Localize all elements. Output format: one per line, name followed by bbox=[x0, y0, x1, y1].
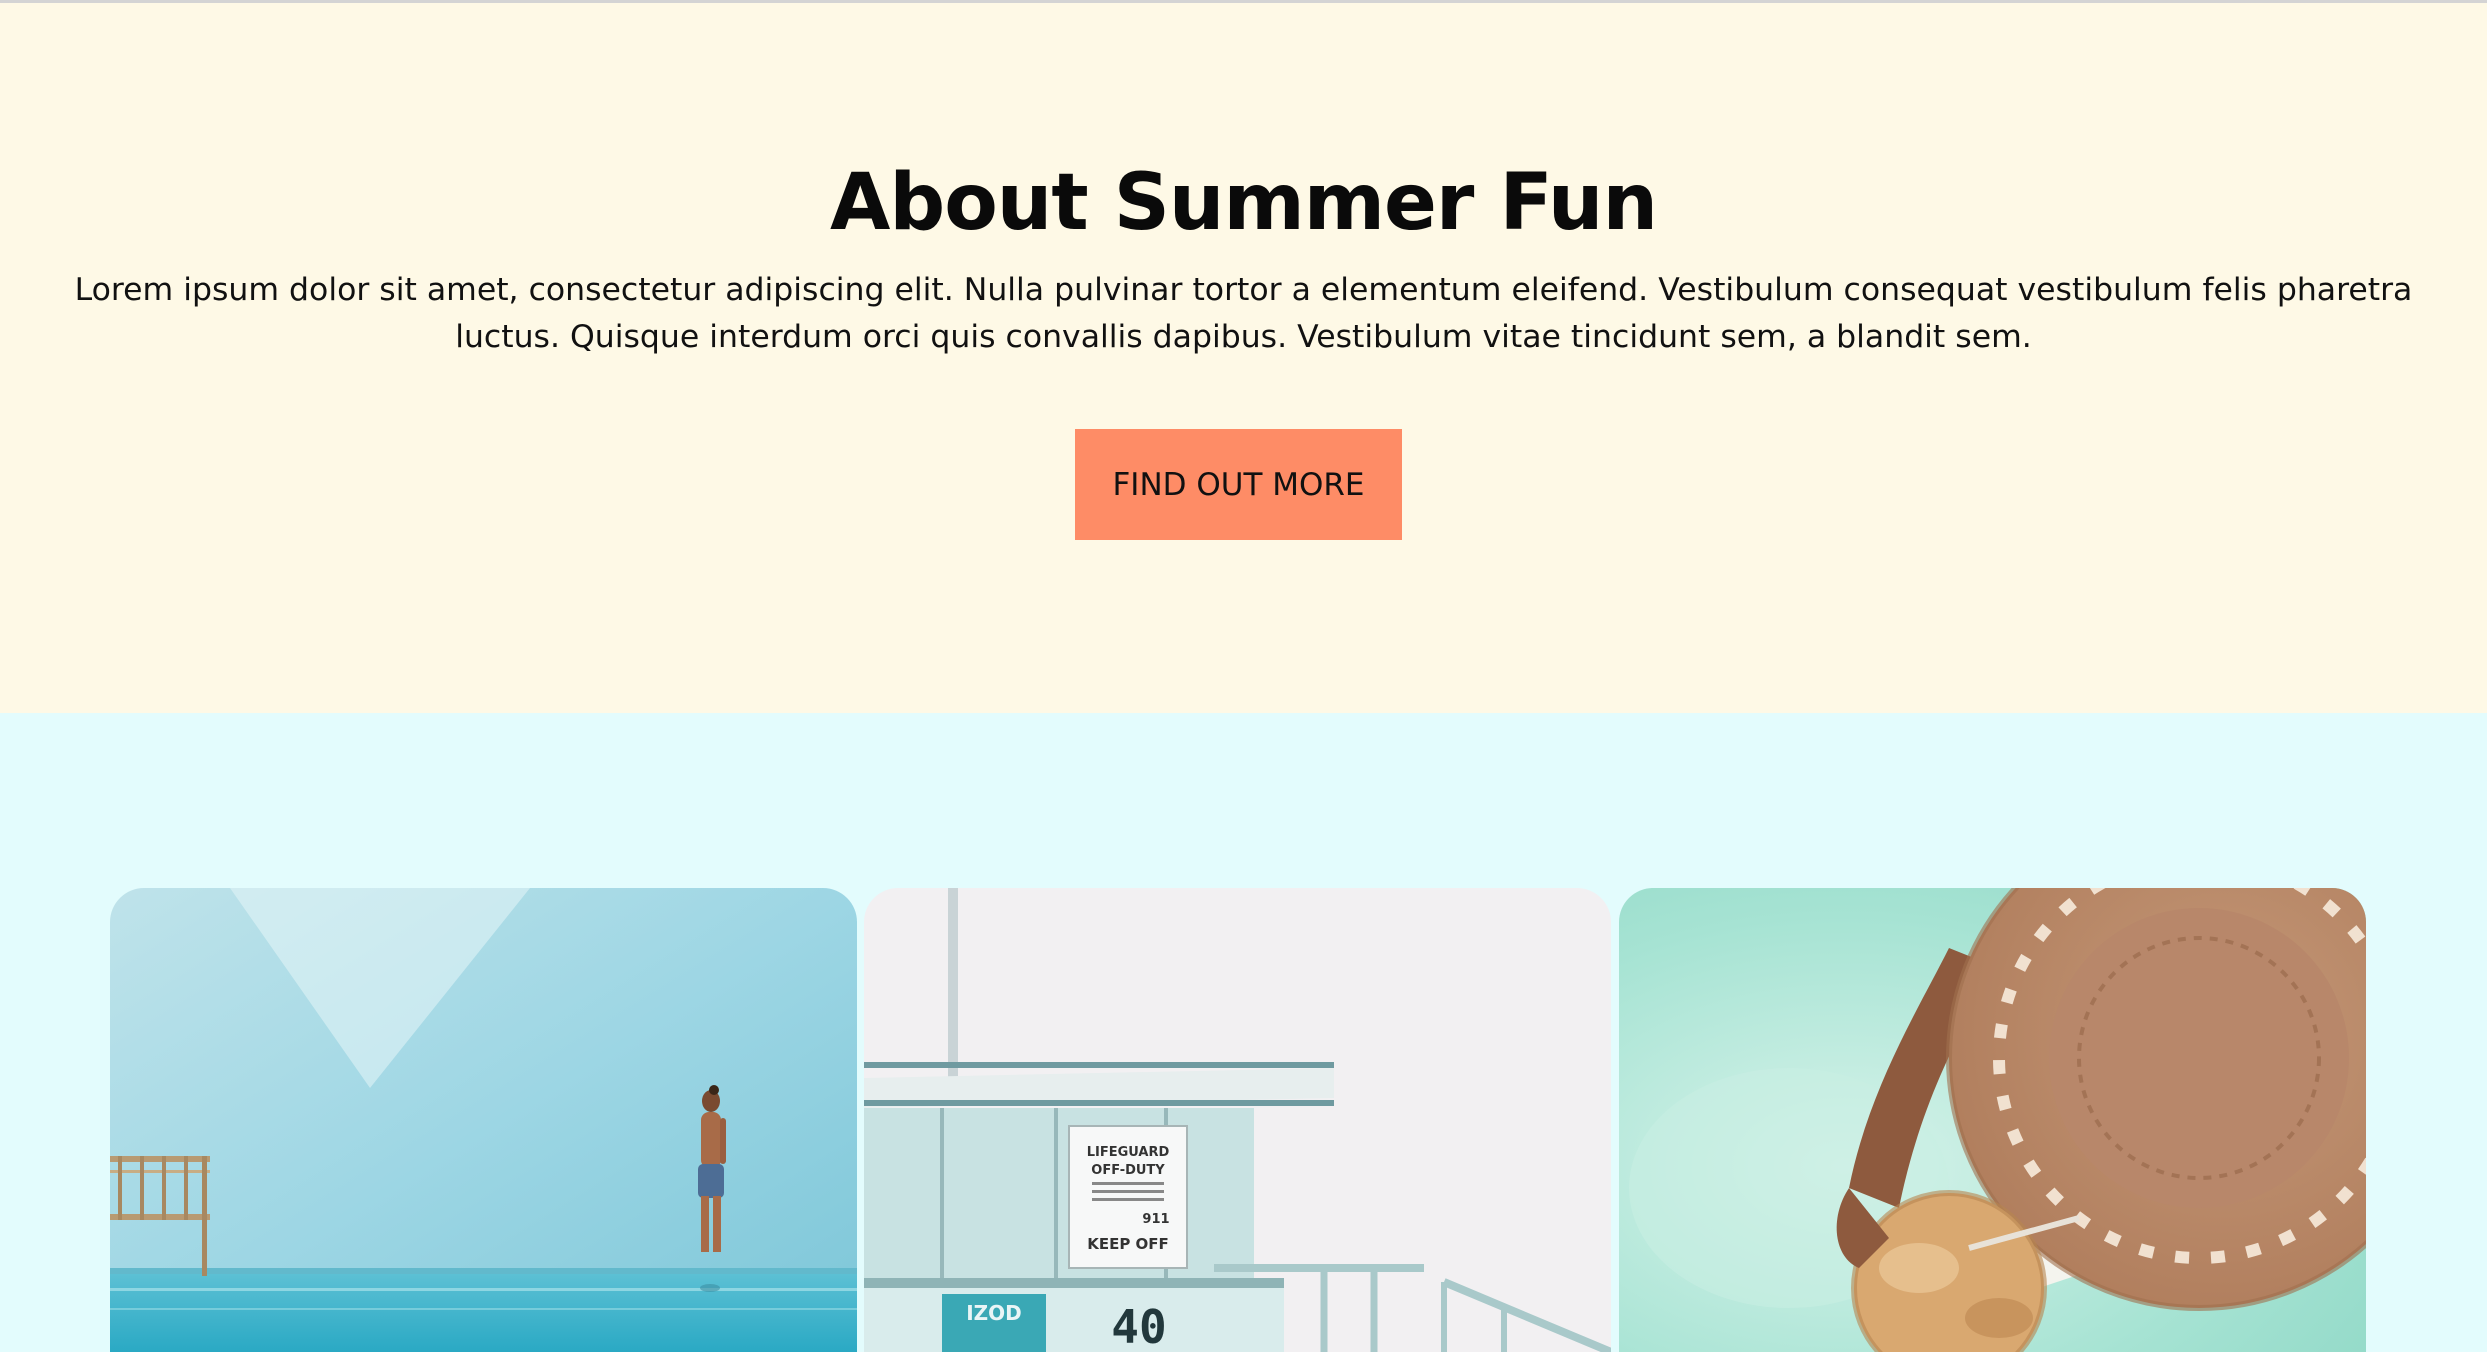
svg-text:KEEP OFF: KEEP OFF bbox=[1087, 1235, 1169, 1253]
svg-text:OFF-DUTY: OFF-DUTY bbox=[1091, 1163, 1165, 1178]
svg-text:LIFEGUARD: LIFEGUARD bbox=[1087, 1145, 1170, 1160]
svg-text:IZOD: IZOD bbox=[966, 1301, 1022, 1325]
svg-text:911: 911 bbox=[1142, 1212, 1169, 1227]
about-description: Lorem ipsum dolor sit amet, consectetur … bbox=[74, 272, 2413, 355]
find-out-more-button[interactable]: FIND OUT MORE bbox=[1075, 429, 1402, 540]
about-title: About Summer Fun bbox=[830, 158, 1658, 248]
svg-text:40: 40 bbox=[1111, 1300, 1166, 1352]
about-section: About Summer Fun Lorem ipsum dolor sit a… bbox=[0, 3, 2487, 713]
photo-infinity-pool bbox=[110, 888, 857, 1352]
photo-lifeguard-tower: LIFEGUARD OFF-DUTY 911 KEEP OFF IZOD 40 bbox=[864, 888, 1611, 1352]
photo-straw-hat-coconut bbox=[1619, 888, 2366, 1352]
